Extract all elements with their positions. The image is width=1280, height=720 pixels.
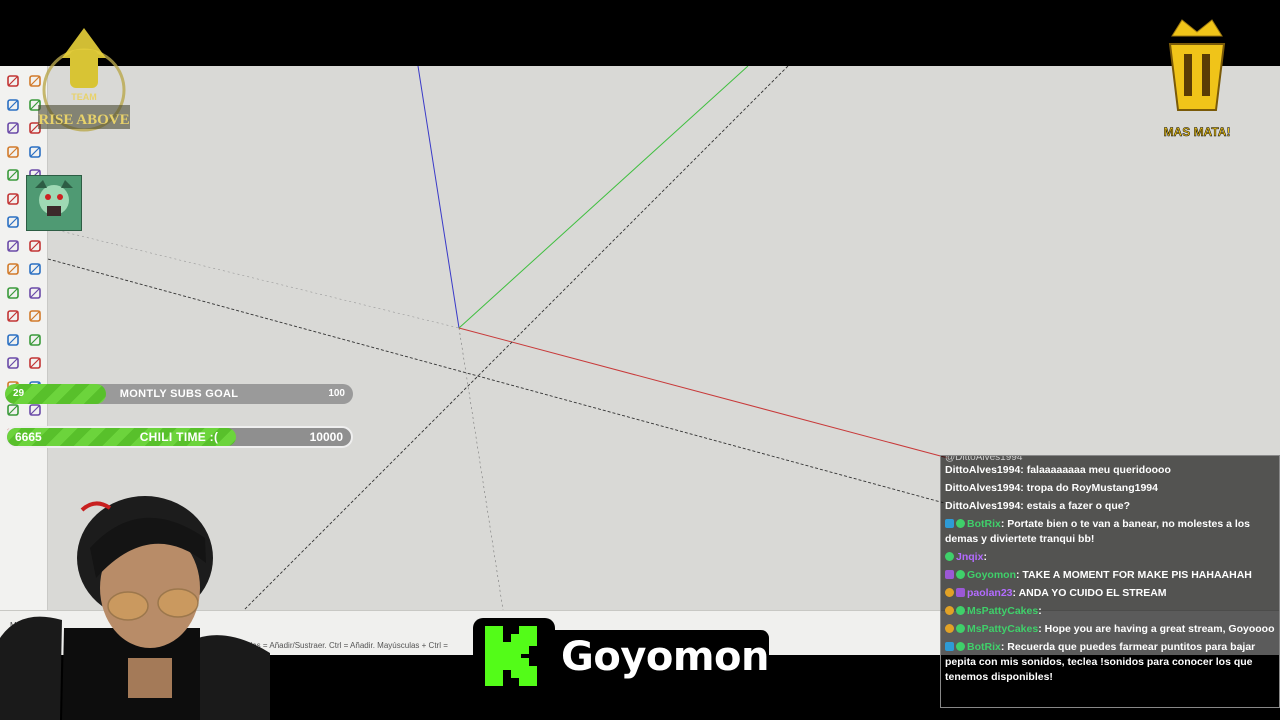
stream-top-bar	[0, 0, 1280, 66]
dimension-tool-icon[interactable]	[26, 260, 44, 278]
chat-text: TAKE A MOMENT FOR MAKE PIS HAHAAHAH	[1022, 569, 1252, 581]
chat-separator: :	[1038, 605, 1042, 617]
mod-badge-icon	[945, 519, 954, 528]
chili-goal-bar: 6665 CHILI TIME :( 10000	[5, 426, 353, 448]
chat-username[interactable]: Goyomon	[967, 569, 1016, 581]
chat-partial-line: @DittoAlves1994	[945, 455, 1023, 463]
verified-badge-icon	[956, 570, 965, 579]
zoom-window-tool-icon[interactable]	[26, 354, 44, 372]
gift-badge-icon	[945, 570, 954, 579]
chat-message: paolan23: ANDA YO CUIDO EL STREAM	[945, 586, 1275, 601]
team-logo: TEAM RISE ABOVE	[34, 20, 134, 145]
blue-axis	[417, 66, 460, 329]
sub-badge-icon	[945, 606, 954, 615]
arc-tool-icon[interactable]	[4, 166, 22, 184]
chat-username[interactable]: DittoAlves1994	[945, 464, 1020, 476]
verified-badge-icon	[956, 642, 965, 651]
chat-panel: @DittoAlves1994 DittoAlves1994: falaaaaa…	[940, 455, 1280, 708]
red-axis	[458, 327, 949, 459]
text-tool-icon[interactable]	[26, 284, 44, 302]
polygon-tool-icon[interactable]	[26, 143, 44, 161]
chat-text: estais a fazer o que?	[1026, 500, 1131, 512]
blue-axis-negative	[458, 327, 504, 610]
chat-text: Hope you are having a great stream, Goyo…	[1044, 623, 1275, 635]
webcam-feed	[0, 488, 270, 720]
chat-username[interactable]: BotRix	[967, 641, 1001, 653]
protractor-tool-icon[interactable]	[4, 284, 22, 302]
dashed-guide-2	[48, 258, 949, 505]
chat-username[interactable]: MsPattyCakes	[967, 623, 1038, 635]
verified-badge-icon	[945, 552, 954, 561]
chat-text: falaaaaaaaa meu queridoooo	[1026, 464, 1171, 476]
chat-text: ANDA YO CUIDO EL STREAM	[1018, 587, 1167, 599]
chat-username[interactable]: paolan23	[967, 587, 1013, 599]
tape-measure-tool-icon[interactable]	[4, 260, 22, 278]
sub-badge-icon	[945, 624, 954, 633]
subs-goal-bar: 29 MONTLY SUBS GOAL 100	[5, 384, 353, 404]
dashed-guide-1	[243, 66, 789, 610]
chili-goal-target: 10000	[309, 430, 343, 444]
chat-message: Goyomon: TAKE A MOMENT FOR MAKE PIS HAHA…	[945, 568, 1275, 583]
avatar	[26, 175, 82, 231]
dashed-guide-3	[48, 227, 460, 329]
select-tool-icon[interactable]	[4, 72, 22, 90]
scale-tool-icon[interactable]	[4, 237, 22, 255]
pencil-tool-icon[interactable]	[4, 96, 22, 114]
chat-message: MsPattyCakes:	[945, 604, 1275, 619]
chat-username[interactable]: MsPattyCakes	[967, 605, 1038, 617]
svg-text:TEAM: TEAM	[71, 92, 97, 102]
brand-logo: MAS MATA!	[1158, 14, 1236, 146]
orbit-tool-icon[interactable]	[4, 331, 22, 349]
circle-tool-icon[interactable]	[4, 143, 22, 161]
chat-message: BotRix: Portate bien o te van a banear, …	[945, 517, 1275, 547]
chat-message: BotRix: Recuerda que puedes farmear punt…	[945, 640, 1275, 685]
chat-message-list: DittoAlves1994: falaaaaaaaa meu queridoo…	[945, 463, 1275, 685]
svg-text:RISE ABOVE: RISE ABOVE	[38, 112, 129, 128]
move-tool-icon[interactable]	[4, 190, 22, 208]
chat-username[interactable]: BotRix	[967, 518, 1001, 530]
zoom-tool-icon[interactable]	[4, 354, 22, 372]
verified-badge-icon	[956, 606, 965, 615]
3d-text-tool-icon[interactable]	[26, 307, 44, 325]
gift-badge-icon	[956, 588, 965, 597]
streamer-name-card: Goyomon	[473, 618, 770, 694]
offset-tool-icon[interactable]	[26, 237, 44, 255]
mod-badge-icon	[945, 642, 954, 651]
verified-badge-icon	[956, 624, 965, 633]
rotate-tool-icon[interactable]	[4, 213, 22, 231]
subs-goal-title: MONTLY SUBS GOAL	[119, 388, 239, 400]
rectangle-tool-icon[interactable]	[4, 119, 22, 137]
chat-username[interactable]: DittoAlves1994	[945, 482, 1020, 494]
chat-message: DittoAlves1994: estais a fazer o que?	[945, 499, 1275, 514]
chat-message: MsPattyCakes: Hope you are having a grea…	[945, 622, 1275, 637]
chat-message: DittoAlves1994: tropa do RoyMustang1994	[945, 481, 1275, 496]
pan-tool-icon[interactable]	[26, 331, 44, 349]
green-axis	[458, 66, 749, 329]
verified-badge-icon	[956, 519, 965, 528]
chat-message: DittoAlves1994: falaaaaaaaa meu queridoo…	[945, 463, 1275, 478]
chat-text: tropa do RoyMustang1994	[1026, 482, 1158, 494]
chat-username[interactable]: Jnqix	[956, 551, 983, 563]
chat-separator: :	[983, 551, 987, 563]
chat-message: Jnqix:	[945, 550, 1275, 565]
streamer-name: Goyomon	[561, 634, 770, 680]
chat-username[interactable]: DittoAlves1994	[945, 500, 1020, 512]
chili-goal-title: CHILI TIME :(	[139, 430, 219, 444]
subs-goal-target: 100	[328, 388, 345, 399]
svg-text:MAS MATA!: MAS MATA!	[1164, 125, 1231, 139]
kick-logo-icon	[473, 618, 555, 694]
sub-badge-icon	[945, 588, 954, 597]
axes-tool-icon[interactable]	[4, 307, 22, 325]
